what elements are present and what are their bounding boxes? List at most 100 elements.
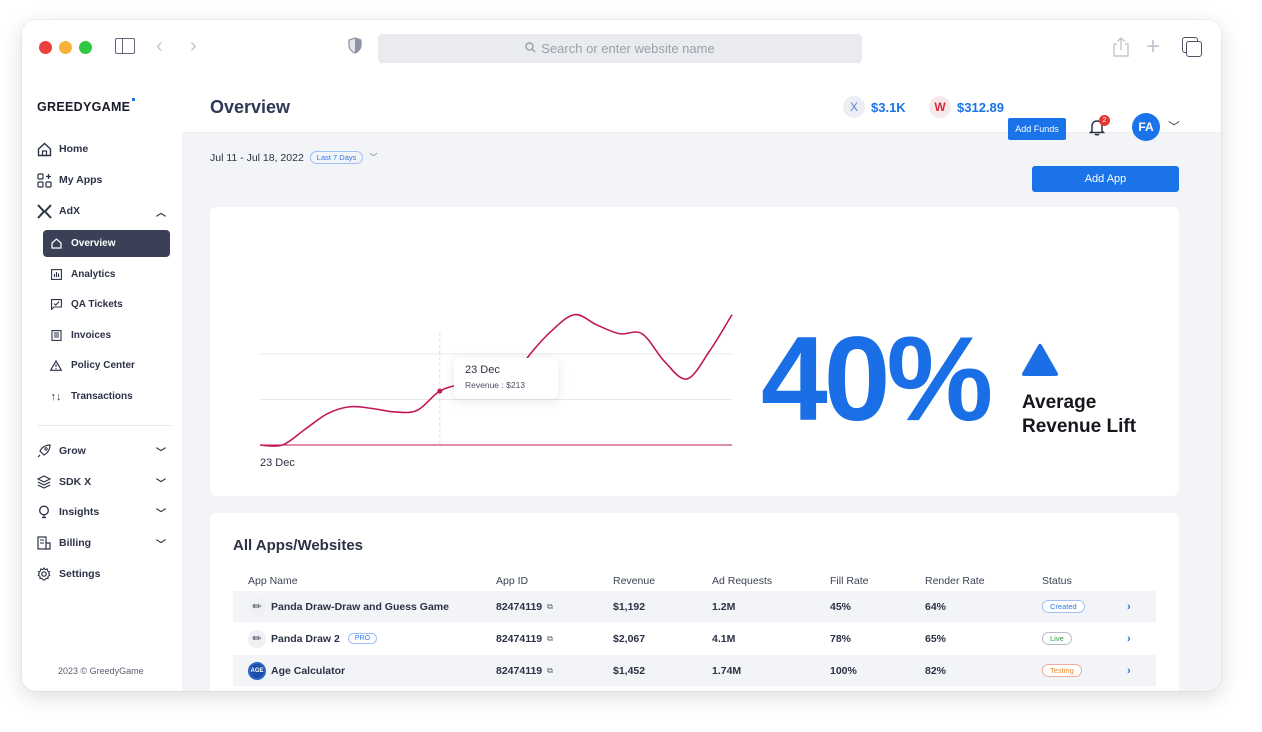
bar-chart-icon [50,269,62,281]
revenue-value: $2,067 [613,632,646,645]
app-id: 82474119 [496,632,543,645]
copy-icon[interactable]: ⧉ [547,666,553,676]
copy-icon[interactable]: ⧉ [547,602,553,612]
chart-tooltip: 23 Dec Revenue : $213 [454,358,558,399]
address-bar-placeholder: Search or enter website name [541,41,715,56]
layers-icon [36,474,52,490]
billing-icon [36,535,52,551]
column-header[interactable]: Status [1042,571,1072,591]
fill-rate-value: 100% [830,664,857,677]
lightbulb-icon [36,504,52,520]
wallet-badge-icon: W [929,96,951,118]
column-header[interactable]: App ID [496,571,528,591]
tooltip-value: Revenue : $213 [465,380,526,390]
copyright-footer: 2023 © GreedyGame [58,666,144,676]
add-app-button[interactable]: Add App [1032,166,1179,192]
close-window-button[interactable] [39,41,52,54]
revenue-lift-value: 40% [761,312,993,446]
adx-logo-icon [36,203,52,219]
chevron-down-icon[interactable]: ﹀ [156,505,166,520]
column-header[interactable]: Ad Requests [712,571,772,591]
chevron-down-icon[interactable]: ﹀ [1168,118,1180,135]
tabs-overview-icon[interactable] [1182,37,1202,57]
forward-arrow-icon[interactable]: › [190,35,197,58]
sidebar-item-settings[interactable]: Settings [36,563,166,585]
chevron-down-icon[interactable]: ﹀ [156,475,166,490]
chevron-right-icon[interactable]: › [1127,591,1131,622]
chevron-down-icon[interactable]: ﹀ [156,536,166,551]
browser-window: ‹ › Search or enter website name + GREED… [22,20,1221,691]
tooltip-date: 23 Dec [465,364,500,376]
render-rate-value: 82% [925,664,947,677]
apps-grid-icon [36,172,52,188]
column-header[interactable]: Fill Rate [830,571,869,591]
chevron-down-icon[interactable]: ﹀ [156,444,166,459]
gear-icon [36,566,52,582]
wallet-balance[interactable]: W $312.89 [929,96,1004,118]
sidebar-item-invoices[interactable]: Invoices [43,322,170,349]
ad-requests-value: 1.2M [712,600,736,613]
sidebar-item-transactions[interactable]: ↑↓ Transactions [43,383,170,410]
age-app-icon: AGE [248,661,266,680]
app-id: 82474119 [496,600,543,613]
back-arrow-icon[interactable]: ‹ [156,35,163,58]
sidebar-item-grow[interactable]: Grow ﹀ [36,440,166,462]
date-range-picker[interactable]: Jul 11 - Jul 18, 2022 Last 7 Days ﹀ [210,151,377,164]
ad-requests-value: 1.74M [712,664,742,677]
table-row[interactable]: ✏ Panda Draw 2 PRO 82474119 ⧉ $2,067 4.1M… [233,623,1156,654]
app-name[interactable]: Age Calculator [271,665,345,677]
notification-count-badge: 2 [1099,115,1110,126]
share-icon[interactable] [1112,36,1130,58]
date-preset-pill[interactable]: Last 7 Days [309,151,364,164]
minimize-window-button[interactable] [59,41,72,54]
main-content: Overview X $3.1K W $312.89 Add Funds 2 F… [182,78,1221,691]
table-row[interactable]: AGE Age Calculator 82474119 ⧉ $1,452 1.74… [233,655,1156,686]
sidebar-item-policy-center[interactable]: Policy Center [43,352,170,379]
ticket-icon [50,299,62,311]
maximize-window-button[interactable] [79,41,92,54]
rocket-icon [36,443,52,459]
sidebar-item-sdk-x[interactable]: SDK X ﹀ [36,471,166,493]
sidebar-item-my-apps[interactable]: My Apps [36,169,166,191]
sidebar-toggle-icon[interactable] [115,38,135,54]
page-title: Overview [210,97,291,117]
x-axis-tick-label: 23 Dec [260,457,295,469]
trend-up-icon [1022,344,1058,376]
fill-rate-value: 45% [830,600,852,613]
app-name[interactable]: Panda Draw 2 [271,633,340,645]
copy-icon[interactable]: ⧉ [547,634,553,644]
new-tab-icon[interactable]: + [1146,33,1160,61]
chevron-right-icon[interactable]: › [1127,623,1131,654]
sidebar-item-adx[interactable]: AdX ︿ [36,200,166,222]
sidebar-item-overview[interactable]: Overview [43,230,170,257]
logo-mark-icon [132,98,136,101]
revenue-value: $1,452 [613,664,646,677]
sidebar-item-home[interactable]: Home [36,138,166,160]
user-avatar[interactable]: FA [1132,113,1160,141]
shield-icon[interactable] [348,37,362,54]
brand-logo[interactable]: GREEDYGAME [37,98,136,114]
render-rate-value: 64% [925,600,947,613]
column-header[interactable]: Revenue [613,571,655,591]
chevron-right-icon[interactable]: › [1127,655,1131,686]
sidebar-item-analytics[interactable]: Analytics [43,261,170,288]
add-funds-button[interactable]: Add Funds [1008,118,1066,140]
chevron-up-icon[interactable]: ︿ [156,204,166,219]
app-name[interactable]: Panda Draw-Draw and Guess Game [271,601,449,613]
arrows-updown-icon: ↑↓ [50,390,62,403]
adx-balance[interactable]: X $3.1K [843,96,906,118]
browser-toolbar: ‹ › Search or enter website name + [22,20,1221,78]
wallet-balance-value: $312.89 [957,99,1004,115]
sidebar-item-insights[interactable]: Insights ﹀ [36,501,166,523]
hover-data-point[interactable] [437,388,443,394]
sidebar-divider [38,425,171,426]
sidebar-item-billing[interactable]: Billing ﹀ [36,532,166,554]
table-header: App Name App ID Revenue Ad Requests Fill… [233,571,1156,591]
address-bar[interactable]: Search or enter website name [378,34,862,63]
sidebar-item-qa-tickets[interactable]: QA Tickets [43,291,170,318]
column-header[interactable]: Render Rate [925,571,985,591]
table-row[interactable]: ✏ Panda Draw-Draw and Guess Game 8247411… [233,591,1156,622]
chevron-down-icon[interactable]: ﹀ [369,152,377,163]
column-header[interactable]: App Name [248,571,298,591]
pro-badge: PRO [347,633,378,644]
